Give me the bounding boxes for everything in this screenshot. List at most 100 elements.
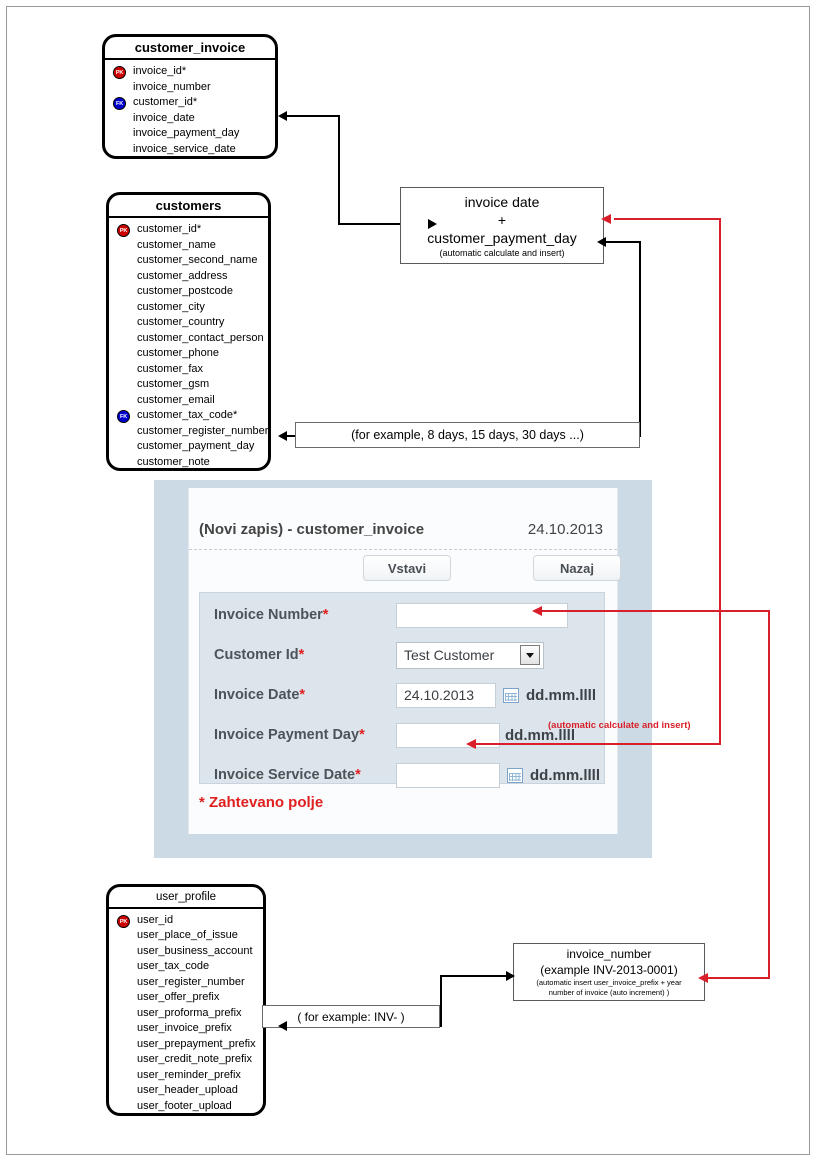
field-label: invoice_number: [133, 80, 211, 93]
invoice-date-format-hint: dd.mm.llll: [526, 686, 597, 704]
connector-payment-day-v: [639, 241, 641, 437]
entity-field: user_proforma_prefix: [113, 1006, 259, 1022]
customer-id-selected-value: Test Customer: [404, 647, 495, 663]
form-screenshot-panel: (Novi zapis) - customer_invoice 24.10.20…: [154, 480, 652, 858]
entity-field: user_invoice_prefix: [113, 1021, 259, 1037]
entity-field: customer_country: [113, 315, 264, 331]
invoice-number-input[interactable]: [396, 602, 568, 628]
entity-customer-invoice: customer_invoice PK invoice_id* invoice_n…: [102, 34, 278, 159]
field-label: user_invoice_prefix: [137, 1022, 232, 1035]
entity-field: customer_gsm: [113, 377, 264, 393]
field-label: customer_postcode: [137, 285, 233, 298]
form-header: (Novi zapis) - customer_invoice 24.10.20…: [189, 510, 617, 550]
field-label: customer_fax: [137, 362, 204, 375]
entity-field: user_offer_prefix: [113, 990, 259, 1006]
entity-title: customer_invoice: [105, 37, 275, 61]
entity-fields: PK invoice_id* invoice_number FK customer_…: [105, 60, 275, 163]
field-label: customer_register_number: [137, 424, 269, 437]
connector-invoice-date-v: [338, 115, 340, 225]
entity-field: customer_address: [113, 269, 264, 285]
form-row-invoice-service-date: Invoice Service Date* dd.mm.llll: [200, 755, 604, 795]
field-label: user_register_number: [137, 975, 245, 988]
form-title: (Novi zapis) - customer_invoice: [199, 521, 425, 538]
invoice-prefix-example-note: ( for example: INV- ): [262, 1005, 440, 1028]
field-label-customer-id: Customer Id*: [200, 647, 396, 663]
invnum-line-3: (automatic insert user_invoice_prefix + …: [536, 978, 682, 987]
field-label: user_header_upload: [137, 1084, 238, 1097]
calc-subtext: (automatic calculate and insert): [439, 247, 565, 258]
entity-field: user_tax_code: [113, 959, 259, 975]
entity-field: invoice_number: [109, 80, 271, 96]
connector-prefix-v: [440, 976, 442, 1027]
entity-field: customer_postcode: [113, 284, 264, 300]
label-text: Invoice Payment Day: [214, 727, 360, 743]
field-label: customer_tax_code*: [137, 409, 238, 422]
field-label: customer_name: [137, 238, 216, 251]
entity-field: customer_name: [113, 238, 264, 254]
invnum-line-4: number of invoice (auto increment) ): [548, 988, 670, 997]
field-label-invoice-date: Invoice Date*: [200, 687, 396, 703]
required-marker: *: [299, 687, 306, 703]
fk-badge-icon: FK: [117, 410, 130, 424]
arrowhead-red-to-payment-day-field: [466, 739, 476, 749]
entity-field: PK user_id: [113, 913, 259, 929]
entity-field: user_reminder_prefix: [113, 1068, 259, 1084]
field-label: customer_phone: [137, 347, 219, 360]
field-label: customer_second_name: [137, 254, 258, 267]
customer-id-select[interactable]: Test Customer: [396, 641, 544, 669]
label-text: Invoice Date: [214, 687, 300, 703]
entity-field: user_business_account: [113, 944, 259, 960]
field-label: invoice_payment_day: [133, 127, 240, 140]
payment-day-example-note: (for example, 8 days, 15 days, 30 days .…: [295, 422, 640, 448]
field-label: user_reminder_prefix: [137, 1068, 241, 1081]
field-label: user_business_account: [137, 944, 253, 957]
entity-field: customer_note: [113, 455, 264, 471]
form-row-invoice-number: Invoice Number*: [200, 595, 604, 635]
arrowhead-to-customer-payment-day: [278, 431, 287, 441]
invoice-date-input[interactable]: 24.10.2013: [396, 682, 496, 708]
calendar-icon[interactable]: [503, 687, 519, 703]
red-connector-calc-h-top: [614, 218, 721, 220]
pk-badge-icon: PK: [117, 224, 130, 238]
chevron-down-icon[interactable]: [520, 645, 540, 665]
entity-field: customer_payment_day: [113, 439, 264, 455]
field-label: customer_gsm: [137, 378, 210, 391]
entity-field: customer_fax: [113, 362, 264, 378]
invoice-service-date-input[interactable]: [396, 762, 500, 788]
fk-badge-icon: FK: [113, 97, 126, 111]
invnum-line-1: invoice_number: [566, 947, 652, 961]
invoice-number-box: invoice_number (example INV-2013-0001) (…: [513, 943, 705, 1001]
entity-field: PK invoice_id*: [109, 64, 271, 80]
entity-fields: PK customer_id* customer_name customer_se…: [109, 218, 268, 476]
arrowhead-to-invoice-number-box: [506, 971, 515, 981]
entity-fields: PK user_id user_place_of_issue user_busin…: [109, 909, 263, 1121]
entity-field: user_credit_note_prefix: [113, 1052, 259, 1068]
connector-prefix-h2: [440, 975, 508, 977]
entity-field: customer_email: [113, 393, 264, 409]
entity-field: FK customer_id*: [109, 95, 271, 111]
entity-title: customers: [109, 195, 268, 219]
entity-field: invoice_payment_day: [109, 126, 271, 142]
arrowhead-red-to-invoice-number-input: [532, 606, 542, 616]
arrowhead-calcbox-payment: [597, 237, 606, 247]
connector-payment-day-h2: [606, 241, 641, 243]
invnum-line-2: (example INV-2013-0001): [540, 963, 678, 977]
field-label: user_id: [137, 913, 174, 926]
entity-user-profile: user_profile PK user_id user_place_of_iss…: [106, 884, 266, 1116]
label-text: Invoice Service Date: [214, 767, 356, 783]
required-marker: *: [322, 607, 329, 623]
insert-button[interactable]: Vstavi: [363, 555, 451, 581]
field-label: customer_id*: [133, 96, 198, 109]
connector-invoice-date-h1: [287, 115, 340, 117]
field-label: customer_email: [137, 393, 215, 406]
form-row-invoice-date: Invoice Date* 24.10.2013 dd.mm.llll: [200, 675, 604, 715]
field-label-invoice-service-date: Invoice Service Date*: [200, 767, 396, 783]
back-button[interactable]: Nazaj: [533, 555, 621, 581]
form-button-bar: Vstavi Nazaj: [189, 550, 621, 586]
calendar-icon[interactable]: [507, 767, 523, 783]
field-label: user_tax_code: [137, 960, 210, 973]
form-row-invoice-payment-day: Invoice Payment Day* dd.mm.llll: [200, 715, 604, 755]
field-label: invoice_service_date: [133, 142, 236, 155]
red-connector-invnum-h-top: [540, 610, 770, 612]
entity-field: customer_contact_person: [113, 331, 264, 347]
